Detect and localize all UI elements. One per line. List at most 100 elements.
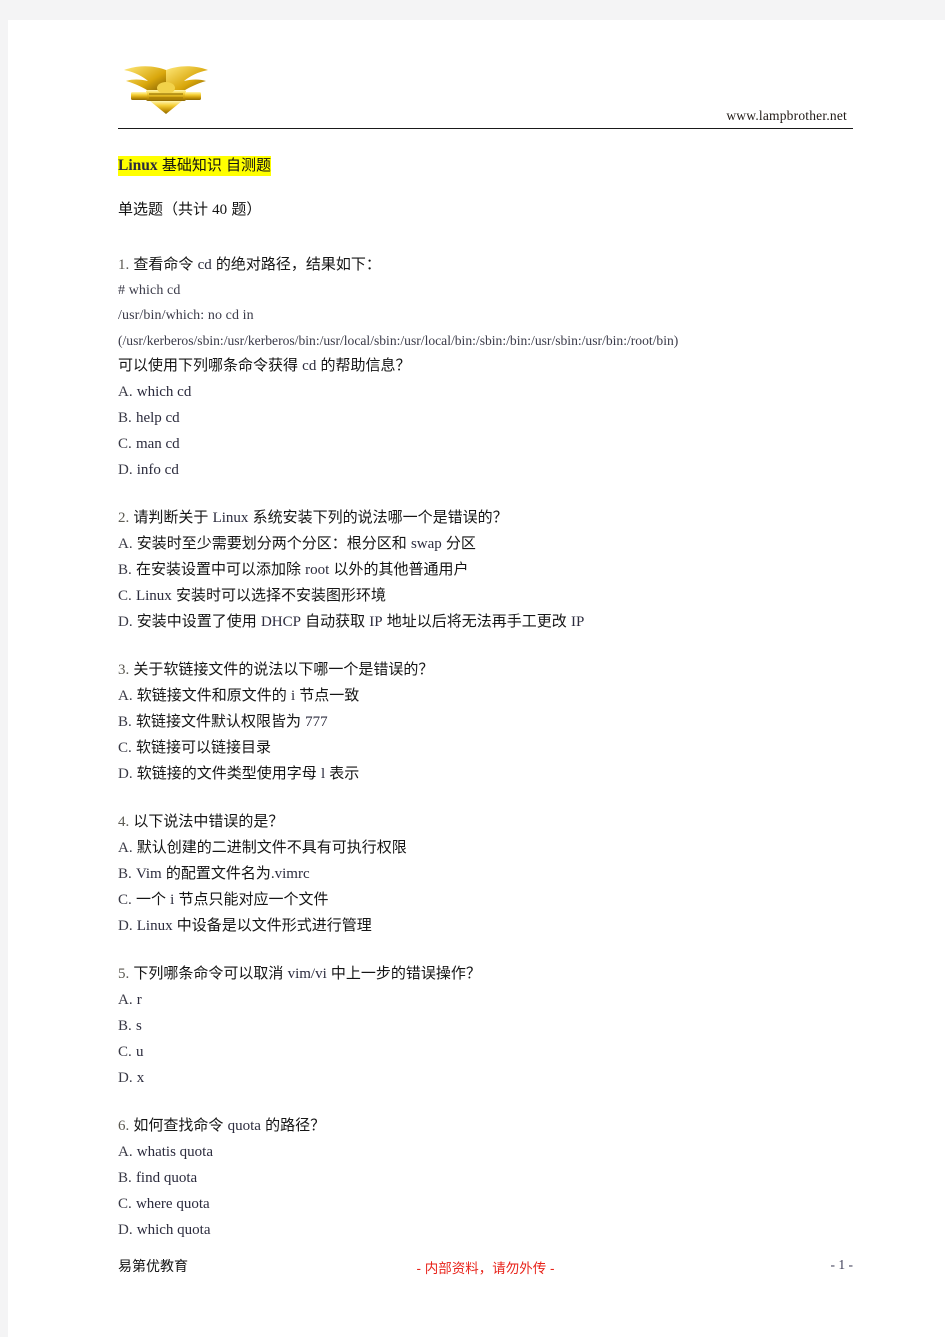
option-label: D. bbox=[118, 918, 133, 934]
option-text: Linux 中设备是以文件形式进行管理 bbox=[136, 917, 372, 934]
winged-crest-logo-icon bbox=[118, 62, 214, 114]
option-label: A. bbox=[118, 536, 133, 552]
option-item[interactable]: B. 软链接文件默认权限皆为 777 bbox=[118, 709, 853, 735]
header-divider bbox=[118, 128, 853, 129]
option-text: 安装时至少需要划分两个分区：根分区和 swap 分区 bbox=[136, 535, 476, 552]
stem-post: 的路径？ bbox=[260, 1117, 326, 1134]
stem2-code: cd bbox=[302, 358, 317, 374]
question-block: 5. 下列哪条命令可以取消 vim/vi 中上一步的错误操作？ A. r B. … bbox=[118, 961, 853, 1091]
option-label: B. bbox=[118, 866, 132, 882]
document-body: Linux 基础知识 自测题 单选题（共计 40 题） 1. 查看命令 cd 的… bbox=[118, 156, 853, 1265]
option-label: A. bbox=[118, 1144, 133, 1160]
option-label: A. bbox=[118, 992, 133, 1008]
page-title-cjk-text: 基础知识 自测题 bbox=[161, 157, 271, 174]
option-label: C. bbox=[118, 588, 132, 604]
option-item[interactable]: A. which cd bbox=[118, 379, 853, 405]
stem-pre: 下列哪条命令可以取消 bbox=[133, 965, 288, 982]
option-label: B. bbox=[118, 562, 132, 578]
code-line: /usr/bin/which: no cd in bbox=[118, 308, 254, 323]
option-label: D. bbox=[118, 614, 133, 630]
document-page: www.lampbrother.net Linux 基础知识 自测题 单选题（共… bbox=[8, 20, 945, 1337]
option-label: D. bbox=[118, 1070, 133, 1086]
option-label: B. bbox=[118, 1018, 132, 1034]
stem-post: 系统安装下列的说法哪一个是错误的？ bbox=[248, 509, 508, 526]
option-item[interactable]: C. 软链接可以链接目录 bbox=[118, 735, 853, 761]
question-block: 1. 查看命令 cd 的绝对路径，结果如下： # which cd /usr/b… bbox=[118, 252, 853, 483]
option-text: Linux 安装时可以选择不安装图形环境 bbox=[135, 587, 386, 604]
option-text: which cd bbox=[136, 384, 192, 400]
option-item[interactable]: C. where quota bbox=[118, 1191, 853, 1217]
option-text: 一个 i 节点只能对应一个文件 bbox=[135, 891, 329, 908]
option-item[interactable]: C. man cd bbox=[118, 431, 853, 457]
option-item[interactable]: D. 软链接的文件类型使用字母 l 表示 bbox=[118, 761, 853, 787]
document-header: www.lampbrother.net bbox=[110, 62, 853, 129]
question-stem: 5. 下列哪条命令可以取消 vim/vi 中上一步的错误操作？ bbox=[118, 961, 853, 987]
option-text: 软链接文件默认权限皆为 777 bbox=[135, 713, 328, 730]
option-item[interactable]: C. Linux 安装时可以选择不安装图形环境 bbox=[118, 583, 853, 609]
section-count: 40 bbox=[212, 202, 228, 218]
option-text: x bbox=[136, 1070, 145, 1086]
stem-pre: 请判断关于 bbox=[133, 509, 213, 526]
question-number: 3. bbox=[118, 662, 130, 678]
code-line: # which cd bbox=[118, 283, 181, 298]
site-url: www.lampbrother.net bbox=[726, 108, 847, 123]
option-item[interactable]: A. 安装时至少需要划分两个分区：根分区和 swap 分区 bbox=[118, 531, 853, 557]
option-item[interactable]: C. 一个 i 节点只能对应一个文件 bbox=[118, 887, 853, 913]
question-number: 2. bbox=[118, 510, 130, 526]
option-text: 软链接可以链接目录 bbox=[135, 739, 271, 756]
option-item[interactable]: B. help cd bbox=[118, 405, 853, 431]
section-heading: 单选题（共计 40 题） bbox=[118, 202, 853, 218]
question-stem: 2. 请判断关于 Linux 系统安装下列的说法哪一个是错误的？ bbox=[118, 505, 853, 531]
option-item[interactable]: A. whatis quota bbox=[118, 1139, 853, 1165]
option-label: C. bbox=[118, 740, 132, 756]
option-text: where quota bbox=[135, 1196, 210, 1212]
option-label: D. bbox=[118, 766, 133, 782]
stem-code: cd bbox=[197, 257, 212, 273]
option-item[interactable]: A. 默认创建的二进制文件不具有可执行权限 bbox=[118, 835, 853, 861]
document-footer: 易第优教育 - 内部资料，请勿外传 - - 1 - bbox=[118, 1256, 853, 1280]
question-stem-secondary: 可以使用下列哪条命令获得 cd 的帮助信息？ bbox=[118, 353, 853, 379]
stem-pre: 如何查找命令 bbox=[133, 1117, 228, 1134]
option-label: A. bbox=[118, 384, 133, 400]
question-block: 4. 以下说法中错误的是？ A. 默认创建的二进制文件不具有可执行权限 B. V… bbox=[118, 809, 853, 939]
option-text: man cd bbox=[135, 436, 180, 452]
option-item[interactable]: A. r bbox=[118, 987, 853, 1013]
option-item[interactable]: B. s bbox=[118, 1013, 853, 1039]
stem2-post: 的帮助信息？ bbox=[316, 357, 411, 374]
option-text: 软链接文件和原文件的 i 节点一致 bbox=[136, 687, 360, 704]
option-text: whatis quota bbox=[136, 1144, 214, 1160]
page-title: Linux 基础知识 自测题 bbox=[118, 156, 853, 176]
option-label: C. bbox=[118, 1044, 132, 1060]
option-item[interactable]: A. 软链接文件和原文件的 i 节点一致 bbox=[118, 683, 853, 709]
option-item[interactable]: D. Linux 中设备是以文件形式进行管理 bbox=[118, 913, 853, 939]
option-text: s bbox=[135, 1018, 142, 1034]
footer-notice: - 内部资料，请勿外传 - bbox=[416, 1261, 555, 1276]
option-item[interactable]: B. find quota bbox=[118, 1165, 853, 1191]
option-text: r bbox=[136, 992, 142, 1008]
option-text: help cd bbox=[135, 410, 180, 426]
question-stem: 1. 查看命令 cd 的绝对路径，结果如下： bbox=[118, 252, 853, 278]
option-item[interactable]: D. x bbox=[118, 1065, 853, 1091]
option-label: A. bbox=[118, 840, 133, 856]
option-item[interactable]: D. which quota bbox=[118, 1217, 853, 1243]
option-label: C. bbox=[118, 892, 132, 908]
option-item[interactable]: B. Vim 的配置文件名为.vimrc bbox=[118, 861, 853, 887]
option-label: D. bbox=[118, 1222, 133, 1238]
stem-post: 中上一步的错误操作？ bbox=[326, 965, 481, 982]
question-number: 6. bbox=[118, 1118, 130, 1134]
stem-code: quota bbox=[227, 1118, 261, 1134]
option-text: Vim 的配置文件名为.vimrc bbox=[135, 865, 310, 882]
stem-pre: 关于软链接文件的说法以下哪一个是错误的？ bbox=[133, 661, 434, 678]
option-item[interactable]: C. u bbox=[118, 1039, 853, 1065]
option-item[interactable]: D. 安装中设置了使用 DHCP 自动获取 IP 地址以后将无法再手工更改 IP bbox=[118, 609, 853, 635]
option-text: 软链接的文件类型使用字母 l 表示 bbox=[136, 765, 360, 782]
option-item[interactable]: D. info cd bbox=[118, 457, 853, 483]
question-block: 3. 关于软链接文件的说法以下哪一个是错误的？ A. 软链接文件和原文件的 i … bbox=[118, 657, 853, 787]
code-line: (/usr/kerberos/sbin:/usr/kerberos/bin:/u… bbox=[118, 333, 679, 348]
option-text: 安装中设置了使用 DHCP 自动获取 IP 地址以后将无法再手工更改 IP bbox=[136, 613, 585, 630]
option-label: B. bbox=[118, 1170, 132, 1186]
section-prefix: 单选题（共计 bbox=[118, 201, 213, 218]
option-label: B. bbox=[118, 410, 132, 426]
option-item[interactable]: B. 在安装设置中可以添加除 root 以外的其他普通用户 bbox=[118, 557, 853, 583]
option-text: 默认创建的二进制文件不具有可执行权限 bbox=[136, 839, 407, 856]
